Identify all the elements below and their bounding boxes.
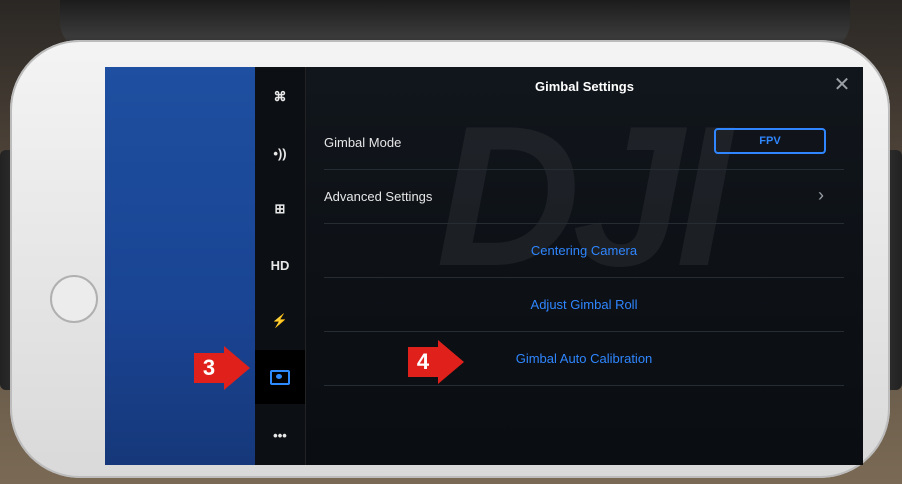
- app-screen: ⌘ •)) ⊞ HD ⚡ ••• DJI Gimbal Settings ✕ G…: [105, 67, 863, 465]
- gimbal-auto-calibration-label: Gimbal Auto Calibration: [515, 350, 653, 366]
- signal-icon[interactable]: •)): [255, 133, 305, 173]
- adjust-gimbal-roll-label: Adjust Gimbal Roll: [530, 296, 638, 312]
- chevron-right-icon: ›: [818, 185, 824, 205]
- gimbal-mode-label: Gimbal Mode: [324, 134, 402, 150]
- more-glyph: •••: [273, 427, 287, 443]
- battery-glyph: ⚡: [271, 313, 289, 328]
- aircraft-icon[interactable]: ⌘: [255, 77, 305, 117]
- gimbal-mode-select[interactable]: FPV: [714, 128, 826, 154]
- close-icon[interactable]: ✕: [831, 75, 853, 97]
- hd-transmission-glyph: HD: [270, 257, 290, 273]
- advanced-settings-row[interactable]: Advanced Settings ›: [324, 169, 844, 224]
- home-button[interactable]: [50, 275, 98, 323]
- more-icon[interactable]: •••: [255, 415, 305, 455]
- panel-title: Gimbal Settings: [535, 79, 634, 94]
- camera-live-view: [105, 67, 255, 465]
- advanced-settings-label: Advanced Settings: [324, 188, 433, 204]
- remote-controller-glyph: ⊞: [274, 201, 286, 216]
- step-4-marker: 4: [408, 340, 464, 384]
- adjust-gimbal-roll-button[interactable]: Adjust Gimbal Roll: [324, 277, 844, 332]
- gimbal-settings-panel: DJI Gimbal Settings ✕ Gimbal Mode FPV Ad…: [306, 67, 863, 465]
- remote-controller-icon[interactable]: ⊞: [255, 189, 305, 229]
- hd-transmission-icon[interactable]: HD: [255, 245, 305, 285]
- step-4-label: 4: [408, 347, 438, 377]
- arrow-right-icon: [438, 340, 464, 384]
- step-3-marker: 3: [194, 346, 250, 390]
- battery-icon[interactable]: ⚡: [255, 301, 305, 341]
- arrow-right-icon: [224, 346, 250, 390]
- aircraft-glyph: ⌘: [273, 89, 287, 104]
- signal-glyph: •)): [273, 145, 287, 161]
- centering-camera-label: Centering Camera: [530, 242, 638, 258]
- gimbal-mode-row: Gimbal Mode FPV: [324, 115, 844, 170]
- gimbal-camera-glyph: [270, 369, 290, 385]
- centering-camera-button[interactable]: Centering Camera: [324, 223, 844, 278]
- step-3-label: 3: [194, 353, 224, 383]
- gimbal-camera-icon[interactable]: [255, 350, 305, 404]
- gimbal-auto-calibration-button[interactable]: Gimbal Auto Calibration: [324, 331, 844, 386]
- settings-sidebar: ⌘ •)) ⊞ HD ⚡ •••: [255, 67, 306, 465]
